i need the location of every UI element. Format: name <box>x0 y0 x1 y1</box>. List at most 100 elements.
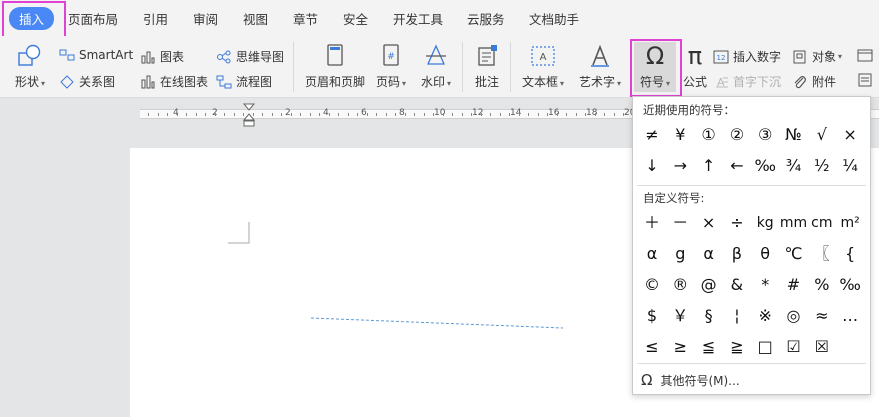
symbol-cell[interactable]: ® <box>666 271 694 299</box>
symbol-cell[interactable]: @ <box>695 271 723 299</box>
symbol-cell[interactable]: β <box>723 240 751 268</box>
symbol-cell[interactable]: m² <box>836 209 864 237</box>
symbol-cell[interactable]: ← <box>723 152 751 180</box>
tab-doc-assistant[interactable]: 文档助手 <box>529 9 579 28</box>
symbol-cell[interactable]: * <box>751 271 779 299</box>
symbol-cell[interactable]: { <box>836 240 864 268</box>
symbol-cell[interactable]: g <box>666 240 694 268</box>
symbol-cell[interactable]: mm <box>780 209 808 237</box>
page-number-button[interactable]: # 页码 ▾ <box>373 44 409 90</box>
symbol-cell[interactable]: ℃ <box>780 240 808 268</box>
object-button[interactable]: 对象 ▾ <box>792 48 842 65</box>
document-parts-button[interactable] <box>857 73 877 87</box>
symbol-cell[interactable]: α <box>638 240 666 268</box>
tab-references[interactable]: 引用 <box>143 9 168 28</box>
symbol-cell[interactable]: № <box>780 121 808 149</box>
shape-button[interactable]: 形状 ▾ <box>10 44 50 90</box>
watermark-button[interactable]: 水印 ▾ <box>418 44 454 90</box>
ruler-tick <box>499 113 501 116</box>
symbol-cell[interactable]: ¾ <box>780 152 808 180</box>
text-box-button[interactable]: A 文本框 ▾ <box>519 44 567 90</box>
symbol-cell[interactable]: ② <box>723 121 751 149</box>
symbol-cell[interactable]: ÷ <box>723 209 751 237</box>
ruler-tick <box>461 113 463 116</box>
ruler-tick <box>604 113 605 116</box>
pi-icon: π <box>687 42 703 70</box>
tab-section[interactable]: 章节 <box>293 9 318 28</box>
comment-button[interactable]: 批注 <box>470 44 504 90</box>
online-chart-button[interactable]: 在线图表 <box>140 73 208 90</box>
drop-cap-button[interactable]: A 首字下沉 <box>713 73 781 90</box>
symbol-cell[interactable]: & <box>723 271 751 299</box>
symbol-cell[interactable]: ＋ <box>638 209 666 237</box>
relation-chart-button[interactable]: 关系图 <box>59 73 115 90</box>
tab-page-layout[interactable]: 页面布局 <box>68 9 118 28</box>
ruler-tick <box>613 113 615 116</box>
header-footer-button[interactable]: 页眉和页脚 <box>302 44 368 90</box>
smartart-button[interactable]: SmartArt <box>59 48 133 62</box>
symbol-cell[interactable]: ※ <box>751 302 779 330</box>
symbol-cell[interactable]: → <box>666 152 694 180</box>
symbol-cell[interactable]: ¼ <box>836 152 864 180</box>
formula-button[interactable]: π 公式 <box>680 44 710 90</box>
tab-security[interactable]: 安全 <box>343 9 368 28</box>
symbol-cell[interactable]: × <box>836 121 864 149</box>
symbol-cell[interactable]: √ <box>808 121 836 149</box>
ruler-tick <box>224 113 225 116</box>
flowchart-button[interactable]: 流程图 <box>216 73 272 90</box>
symbol-cell[interactable]: ￥ <box>666 302 694 330</box>
symbol-cell[interactable]: $ <box>638 302 666 330</box>
symbol-cell[interactable]: ☑ <box>780 333 808 361</box>
symbol-cell[interactable]: ¥ <box>666 121 694 149</box>
tab-review[interactable]: 审阅 <box>193 9 218 28</box>
art-text-button[interactable]: 艺术字 ▾ <box>576 44 624 90</box>
ruler-tick <box>376 113 377 116</box>
tab-view[interactable]: 视图 <box>243 9 268 28</box>
symbol-cell[interactable]: © <box>638 271 666 299</box>
symbol-cell[interactable]: cm <box>808 209 836 237</box>
more-symbols-item[interactable]: Ω 其他符号(M)... <box>641 371 740 389</box>
chart-button[interactable]: 图表 <box>140 48 184 65</box>
symbol-cell[interactable]: □ <box>751 333 779 361</box>
tab-cloud[interactable]: 云服务 <box>467 9 505 28</box>
indent-marker-icon[interactable] <box>243 103 255 127</box>
symbol-cell[interactable]: ½ <box>808 152 836 180</box>
symbol-cell[interactable]: ☒ <box>808 333 836 361</box>
symbol-cell[interactable]: ↓ <box>638 152 666 180</box>
symbol-cell[interactable]: ◎ <box>780 302 808 330</box>
symbol-cell[interactable]: ≧ <box>723 333 751 361</box>
ruler-tick <box>167 113 168 116</box>
symbol-cell[interactable]: 〖 <box>808 240 836 268</box>
insert-number-button[interactable]: 12 插入数字 <box>713 48 781 65</box>
symbol-cell[interactable]: ¦ <box>723 302 751 330</box>
symbol-cell[interactable]: § <box>695 302 723 330</box>
tab-insert[interactable]: 插入 <box>9 7 55 30</box>
tab-developer[interactable]: 开发工具 <box>393 9 443 28</box>
symbol-cell[interactable]: ≈ <box>808 302 836 330</box>
symbol-cell[interactable]: ≦ <box>695 333 723 361</box>
symbol-cell[interactable]: × <box>695 209 723 237</box>
symbol-cell[interactable]: … <box>836 302 864 330</box>
symbol-cell[interactable]: θ <box>751 240 779 268</box>
symbol-cell[interactable]: α <box>695 240 723 268</box>
symbol-button[interactable]: Ω 符号 ▾ <box>634 42 676 92</box>
attachment-button[interactable]: 附件 <box>792 73 836 90</box>
mindmap-button[interactable]: 思维导图 <box>216 48 284 65</box>
symbol-cell[interactable]: # <box>780 271 808 299</box>
symbol-cell[interactable]: － <box>666 209 694 237</box>
symbol-cell[interactable]: ↑ <box>695 152 723 180</box>
symbol-dropdown-panel: 近期使用的符号： ≠ ¥ ① ② ③ № √ × ↓ → ↑ ← ‰ ¾ ½ ¼ 自定义符号: ＋－ × ÷ kg m… <box>632 96 871 395</box>
symbol-cell[interactable]: ≥ <box>666 333 694 361</box>
ruler-tick <box>309 113 311 116</box>
symbol-cell[interactable]: ‰ <box>836 271 864 299</box>
symbol-cell[interactable]: ③ <box>751 121 779 149</box>
symbol-cell[interactable]: % <box>808 271 836 299</box>
dashed-line-shape[interactable] <box>310 316 565 330</box>
date-button[interactable] <box>857 48 877 62</box>
symbol-cell[interactable]: ① <box>695 121 723 149</box>
panel-divider <box>637 363 866 364</box>
symbol-cell[interactable]: kg <box>751 209 779 237</box>
symbol-cell[interactable]: ≠ <box>638 121 666 149</box>
symbol-cell[interactable]: ≤ <box>638 333 666 361</box>
symbol-cell[interactable]: ‰ <box>751 152 779 180</box>
